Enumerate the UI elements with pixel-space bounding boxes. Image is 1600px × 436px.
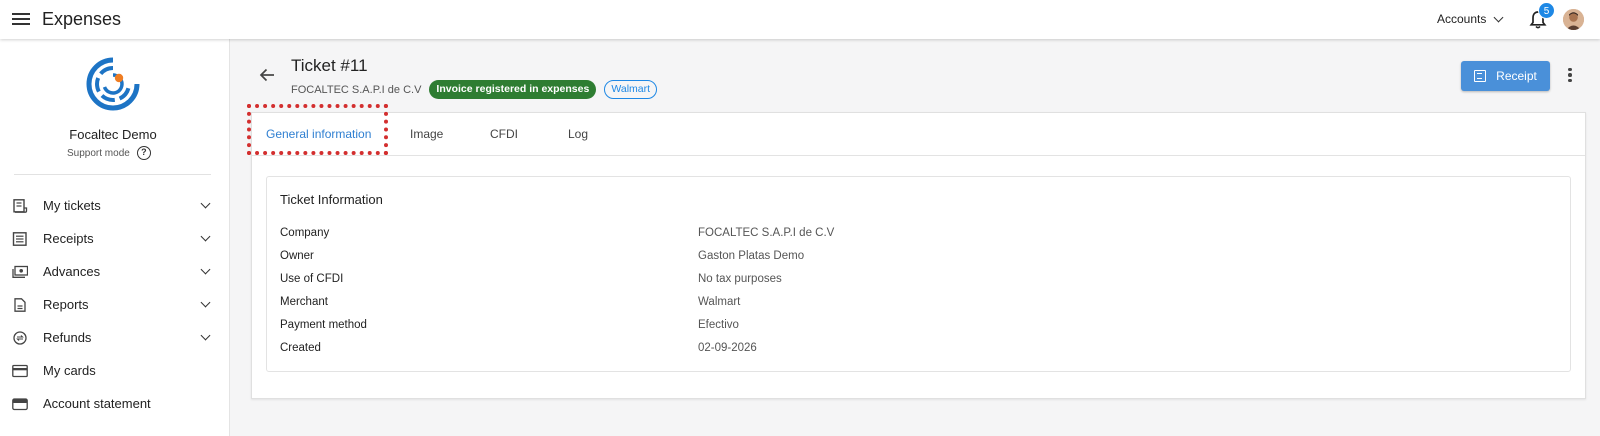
info-value: FOCALTEC S.A.P.I de C.V bbox=[698, 227, 835, 239]
tab-bar: General information Image CFDI Log bbox=[247, 104, 1585, 156]
top-app-bar: Expenses Accounts 5 bbox=[0, 0, 1600, 39]
sidebar-item-my-cards[interactable]: My cards bbox=[0, 354, 226, 387]
receipt-button[interactable]: Receipt bbox=[1461, 61, 1550, 91]
info-row-company: Company FOCALTEC S.A.P.I de C.V bbox=[280, 227, 1560, 250]
receipt-long-icon bbox=[13, 198, 28, 213]
more-vert-icon[interactable] bbox=[1567, 66, 1573, 84]
currency-exchange-icon bbox=[13, 330, 27, 345]
notification-badge: 5 bbox=[1538, 2, 1555, 19]
avatar[interactable] bbox=[1563, 9, 1584, 30]
info-key: Use of CFDI bbox=[280, 273, 344, 285]
info-key: Company bbox=[280, 227, 330, 239]
accounts-label: Accounts bbox=[1437, 12, 1487, 26]
sidebar-item-label: Reports bbox=[43, 297, 89, 312]
org-name: Focaltec Demo bbox=[69, 127, 157, 142]
tab-general-information[interactable]: General information bbox=[266, 113, 371, 155]
sidebar-item-label: My cards bbox=[43, 363, 96, 378]
receipt-button-label: Receipt bbox=[1496, 69, 1537, 83]
sidebar-item-label: Account statement bbox=[43, 396, 151, 411]
sidebar-item-my-tickets[interactable]: My tickets bbox=[0, 189, 226, 222]
chevron-down-icon bbox=[200, 297, 211, 308]
sidebar-nav: My tickets Receipts Advances Reports Ref… bbox=[0, 189, 226, 420]
sidebar-item-account-statement[interactable]: Account statement bbox=[0, 387, 226, 420]
chevron-down-icon bbox=[200, 231, 211, 242]
chevron-down-icon bbox=[200, 330, 211, 341]
app-title: Expenses bbox=[42, 9, 122, 29]
info-key: Created bbox=[280, 342, 321, 354]
info-row-use-of-cfdi: Use of CFDI No tax purposes bbox=[280, 273, 1560, 296]
info-value: Walmart bbox=[698, 296, 741, 308]
sidebar-item-label: Refunds bbox=[43, 330, 92, 345]
back-arrow-icon[interactable] bbox=[258, 66, 276, 84]
status-badge: Invoice registered in expenses bbox=[429, 80, 597, 99]
section-title: Ticket Information bbox=[280, 192, 383, 207]
support-mode-label: Support mode bbox=[67, 147, 130, 159]
chevron-down-icon bbox=[200, 198, 211, 209]
info-key: Payment method bbox=[280, 319, 367, 331]
payments-icon bbox=[12, 265, 28, 278]
chevron-down-icon bbox=[1493, 12, 1504, 22]
info-row-owner: Owner Gaston Platas Demo bbox=[280, 250, 1560, 273]
support-mode: Support mode ? bbox=[67, 146, 151, 160]
sidebar-item-label: Receipts bbox=[43, 231, 94, 246]
page-title: Ticket #11 bbox=[291, 56, 368, 75]
info-key: Owner bbox=[280, 250, 314, 262]
file-report-icon bbox=[14, 297, 26, 312]
ticket-subtitle: FOCALTEC S.A.P.I de C.V Invoice register… bbox=[291, 80, 658, 99]
sidebar-item-advances[interactable]: Advances bbox=[0, 255, 226, 288]
help-icon[interactable]: ? bbox=[136, 146, 151, 160]
wallet-icon bbox=[12, 397, 28, 410]
company-name: FOCALTEC S.A.P.I de C.V bbox=[291, 83, 422, 96]
merchant-chip: Walmart bbox=[604, 80, 658, 99]
tab-log[interactable]: Log bbox=[568, 113, 588, 155]
info-row-merchant: Merchant Walmart bbox=[280, 296, 1560, 319]
ticket-card: General information Image CFDI Log Ticke… bbox=[247, 104, 1586, 399]
info-value: No tax purposes bbox=[698, 273, 782, 285]
sidebar-item-reports[interactable]: Reports bbox=[0, 288, 226, 321]
sidebar-item-receipts[interactable]: Receipts bbox=[0, 222, 226, 255]
info-value: Gaston Platas Demo bbox=[698, 250, 805, 262]
info-value: 02-09-2026 bbox=[698, 342, 757, 354]
receipt-icon bbox=[1474, 70, 1487, 82]
company-logo bbox=[86, 57, 140, 111]
sidebar-item-label: My tickets bbox=[43, 198, 101, 213]
info-row-created: Created 02-09-2026 bbox=[280, 342, 1560, 365]
list-alt-icon bbox=[12, 231, 27, 246]
ticket-information-panel: Ticket Information Company FOCALTEC S.A.… bbox=[266, 176, 1571, 372]
divider bbox=[14, 174, 211, 175]
sidebar-item-refunds[interactable]: Refunds bbox=[0, 321, 226, 354]
menu-icon[interactable] bbox=[11, 10, 31, 28]
info-key: Merchant bbox=[280, 296, 328, 308]
sidebar-item-label: Advances bbox=[43, 264, 101, 279]
accounts-dropdown[interactable]: Accounts bbox=[1437, 12, 1504, 26]
tab-image[interactable]: Image bbox=[410, 113, 443, 155]
chevron-down-icon bbox=[200, 264, 211, 275]
tab-cfdi[interactable]: CFDI bbox=[490, 113, 518, 155]
info-value: Efectivo bbox=[698, 319, 739, 331]
sidebar: Focaltec Demo Support mode ? My tickets … bbox=[0, 39, 230, 436]
info-row-payment-method: Payment method Efectivo bbox=[280, 319, 1560, 342]
credit-card-icon bbox=[12, 364, 28, 377]
